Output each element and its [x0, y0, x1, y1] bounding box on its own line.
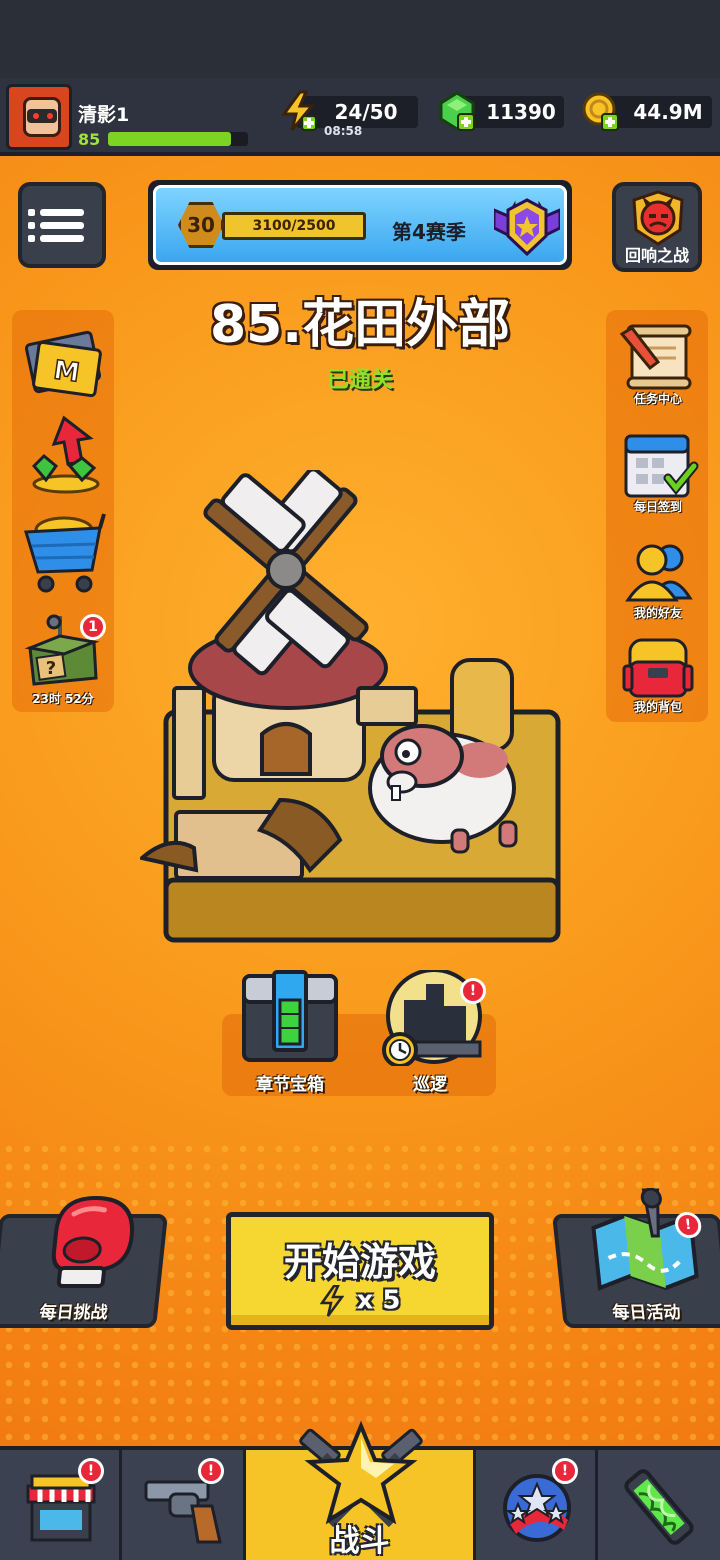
nav-battle-label: 战斗: [329, 1524, 390, 1559]
daily-challenge-button[interactable]: 每日挑战: [0, 1195, 168, 1328]
calendar-check-icon: [624, 434, 699, 498]
season-progress-bar: 3100/2500: [222, 212, 366, 240]
nav-shop-badge: !: [78, 1458, 104, 1484]
menu-icon: [28, 234, 84, 242]
avatar-eye-icon: [47, 113, 53, 119]
start-game-label: 开始游戏: [283, 1240, 436, 1284]
shopping-cart-icon: [24, 513, 106, 593]
nav-talents-badge: !: [552, 1458, 578, 1484]
player-xp-bar: [108, 132, 248, 146]
stage-scene-illustration[interactable]: [140, 470, 580, 950]
energy-bolt-icon: [281, 90, 317, 131]
mystery-chest-button[interactable]: ? 23时 52分 1: [20, 612, 106, 708]
echo-battle-label: 回响之战: [624, 246, 689, 265]
svg-text:M: M: [52, 355, 82, 388]
backpack-icon: [622, 638, 694, 698]
growth-fund-button[interactable]: [20, 414, 106, 498]
player-xp-fill: [108, 132, 232, 146]
patrol-label: 巡逻: [413, 1075, 447, 1095]
mystery-chest-badge: 1: [80, 614, 106, 640]
nav-weapons-tab[interactable]: !: [122, 1450, 246, 1560]
player-avatar[interactable]: [6, 84, 72, 150]
monthly-card-button[interactable]: M: [20, 322, 106, 406]
daily-checkin-label: 每日签到: [633, 500, 682, 514]
patrol-button[interactable]: 巡逻 !: [378, 968, 488, 1095]
energy-timer: 08:58: [324, 124, 363, 138]
menu-icon: [28, 208, 84, 216]
svg-text:?: ?: [46, 658, 56, 679]
chapter-chest-label: 章节宝箱: [256, 1075, 324, 1095]
daily-events-button[interactable]: 每日活动 !: [552, 1188, 720, 1328]
gem-icon: [439, 91, 475, 131]
start-game-cost-value: x 5: [356, 1285, 401, 1316]
friends-button[interactable]: 我的好友: [614, 538, 702, 624]
player-name: 清影1: [78, 104, 130, 126]
chapter-chest-button[interactable]: 章节宝箱: [238, 970, 342, 1095]
nav-shop-badge-text: !: [87, 1463, 95, 1479]
season-level-badge: 30: [178, 202, 224, 248]
daily-events-alert-text: !: [684, 1217, 693, 1233]
start-game-button[interactable]: 开始游戏 x 5: [226, 1212, 494, 1330]
mystery-chest-timer: 23时 52分: [32, 692, 94, 706]
energy-value: 24/50: [334, 100, 398, 124]
echo-battle-button[interactable]: 回响之战: [612, 182, 702, 272]
gem-growth-icon: [31, 415, 100, 494]
nav-weapons-badge: !: [198, 1458, 224, 1484]
friends-icon: [625, 544, 693, 602]
menu-button[interactable]: [18, 182, 106, 268]
scroll-pencil-icon: [619, 324, 692, 390]
nav-talents-badge-text: !: [561, 1463, 569, 1479]
task-center-button[interactable]: 任务中心: [614, 322, 702, 410]
avatar-eye-icon: [33, 113, 39, 119]
backpack-button[interactable]: 我的背包: [614, 632, 702, 718]
season-progress-text: 3100/2500: [252, 218, 336, 234]
patrol-alert-text: !: [469, 983, 477, 999]
shop-cart-button[interactable]: [20, 506, 106, 596]
season-level: 30: [187, 213, 215, 237]
demon-shield-icon: [632, 190, 684, 246]
mystery-chest-badge-count: 1: [88, 619, 98, 635]
season-label: 第4赛季: [392, 220, 466, 244]
boxing-glove-icon: [51, 1195, 135, 1288]
bottom-navigation: ! ! 战斗 !: [0, 1420, 720, 1560]
nav-gene-tab[interactable]: [598, 1450, 720, 1560]
energy-bolt-icon: [319, 1284, 344, 1317]
card-m-icon: M: [24, 330, 102, 398]
patrol-alert-badge: !: [460, 978, 486, 1004]
player-level: 85: [78, 130, 101, 149]
start-game-cost: x 5: [231, 1284, 489, 1317]
dna-capsule-icon: [624, 1469, 694, 1545]
task-center-label: 任务中心: [633, 392, 682, 406]
nav-battle-tab[interactable]: 战斗: [246, 1420, 476, 1560]
season-pass-banner[interactable]: 3100/2500 30 第4赛季: [148, 180, 572, 270]
status-bar: [0, 0, 720, 78]
map-pin-icon: [591, 1188, 699, 1291]
daily-events-label: 每日活动: [611, 1303, 682, 1323]
chapter-chest-icon: [242, 970, 338, 1062]
friends-label: 我的好友: [633, 606, 682, 620]
nav-weapons-badge-text: !: [207, 1463, 215, 1479]
coin-value: 44.9M: [633, 100, 703, 124]
nav-talents-tab[interactable]: !: [476, 1450, 598, 1560]
daily-challenge-label: 每日挑战: [38, 1303, 109, 1323]
gem-value: 11390: [486, 100, 556, 124]
daily-checkin-button[interactable]: 每日签到: [614, 428, 702, 518]
menu-icon: [28, 221, 84, 229]
backpack-label: 我的背包: [633, 700, 682, 714]
season-emblem-icon: [494, 198, 560, 256]
coin-icon: [582, 92, 619, 131]
nav-shop-tab[interactable]: !: [0, 1450, 122, 1560]
